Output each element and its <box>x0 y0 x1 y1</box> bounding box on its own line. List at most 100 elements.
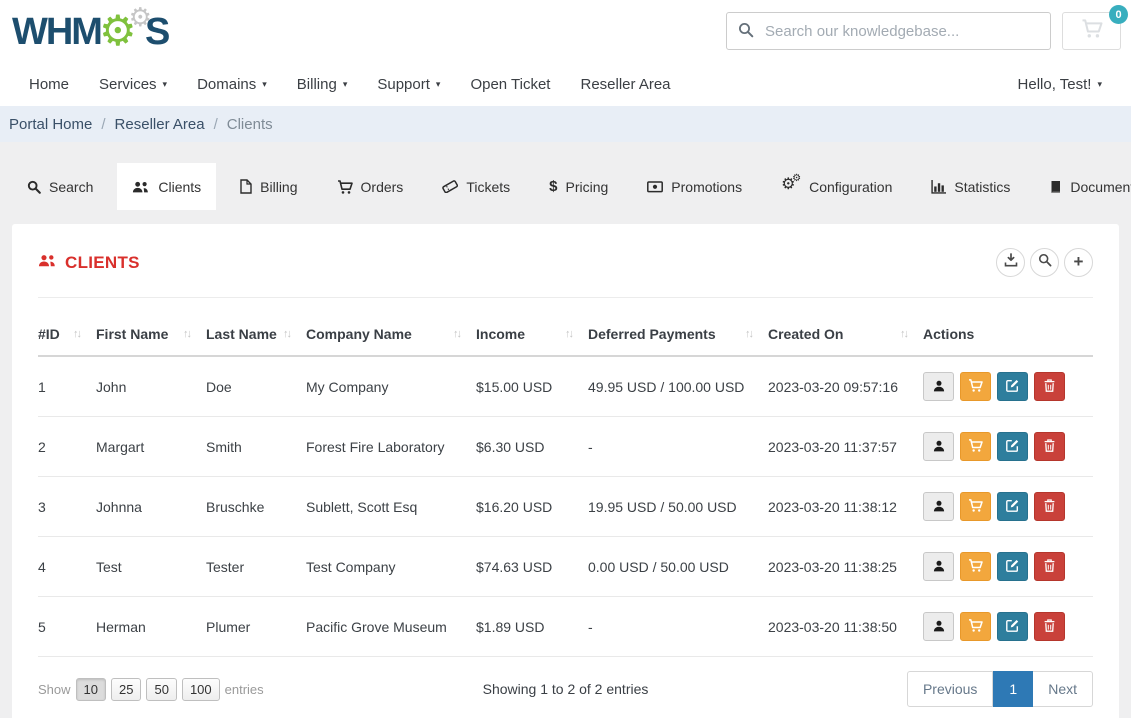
column-header-id[interactable]: #ID ↑↓ <box>38 314 96 356</box>
page-size-100[interactable]: 100 <box>182 678 220 701</box>
client-delete-button[interactable] <box>1034 492 1065 521</box>
client-order-button[interactable] <box>960 552 991 581</box>
cart-button[interactable]: 0 <box>1062 12 1121 50</box>
client-order-button[interactable] <box>960 432 991 461</box>
cell-created-on: 2023-03-20 09:57:16 <box>768 356 923 417</box>
client-order-button[interactable] <box>960 612 991 641</box>
cell-company-name: Test Company <box>306 537 476 597</box>
previous-page-button[interactable]: Previous <box>907 671 993 707</box>
cell-income: $16.20 USD <box>476 477 588 537</box>
tab-search[interactable]: Search <box>12 163 108 210</box>
client-profile-button[interactable] <box>923 432 954 461</box>
edit-icon <box>1006 499 1019 515</box>
cell-deferred-payments: 49.95 USD / 100.00 USD <box>588 356 768 417</box>
sort-icon[interactable]: ↑↓ <box>283 328 290 340</box>
client-order-button[interactable] <box>960 372 991 401</box>
page-size-50[interactable]: 50 <box>146 678 176 701</box>
search-input[interactable] <box>726 12 1051 50</box>
bar-chart-icon <box>931 180 946 194</box>
cart-icon <box>968 499 983 515</box>
sort-icon[interactable]: ↑↓ <box>745 328 752 340</box>
clients-table-body: 1 John Doe My Company $15.00 USD 49.95 U… <box>38 356 1093 657</box>
client-delete-button[interactable] <box>1034 372 1065 401</box>
cell-first-name: Herman <box>96 597 206 657</box>
client-profile-button[interactable] <box>923 372 954 401</box>
client-delete-button[interactable] <box>1034 612 1065 641</box>
cell-last-name: Doe <box>206 356 306 417</box>
client-profile-button[interactable] <box>923 612 954 641</box>
page-size-selector: Show 10 25 50 100 entries <box>38 678 390 701</box>
table-row: 1 John Doe My Company $15.00 USD 49.95 U… <box>38 356 1093 417</box>
users-icon <box>38 253 57 273</box>
tab-billing[interactable]: Billing <box>225 163 312 210</box>
nav-item-open-ticket[interactable]: Open Ticket <box>455 62 565 106</box>
column-header-last-name[interactable]: Last Name ↑↓ <box>206 314 306 356</box>
tab-promotions[interactable]: Promotions <box>632 163 757 210</box>
export-download-button[interactable] <box>996 248 1025 277</box>
cell-company-name: My Company <box>306 356 476 417</box>
client-delete-button[interactable] <box>1034 552 1065 581</box>
chevron-down-icon: ▾ <box>343 79 348 90</box>
add-client-button[interactable]: + <box>1064 248 1093 277</box>
tab-configuration[interactable]: ⚙⚙ Configuration <box>766 163 907 210</box>
column-header-income[interactable]: Income ↑↓ <box>476 314 588 356</box>
client-delete-button[interactable] <box>1034 432 1065 461</box>
client-edit-button[interactable] <box>997 492 1028 521</box>
logo-text-whm: WHM <box>12 10 101 54</box>
nav-item-reseller-area[interactable]: Reseller Area <box>565 62 685 106</box>
cell-id: 4 <box>38 537 96 597</box>
page-size-25[interactable]: 25 <box>111 678 141 701</box>
client-order-button[interactable] <box>960 492 991 521</box>
cell-first-name: John <box>96 356 206 417</box>
client-edit-button[interactable] <box>997 552 1028 581</box>
gears-icon: ⚙⚙ <box>781 179 801 195</box>
page-size-10[interactable]: 10 <box>76 678 106 701</box>
user-icon <box>933 499 945 515</box>
nav-item-billing[interactable]: Billing ▾ <box>282 62 363 106</box>
cell-id: 1 <box>38 356 96 417</box>
next-page-button[interactable]: Next <box>1033 671 1093 707</box>
sort-icon[interactable]: ↑↓ <box>565 328 572 340</box>
sort-icon[interactable]: ↑↓ <box>900 328 907 340</box>
nav-item-home[interactable]: Home <box>14 62 84 106</box>
clients-panel: CLIENTS + #ID ↑↓ First Na <box>12 224 1119 718</box>
chevron-down-icon: ▾ <box>436 79 441 90</box>
logo-gear-icon: ⚙ ⚙ <box>101 8 145 54</box>
tab-tickets[interactable]: Tickets <box>427 163 525 210</box>
cell-deferred-payments: - <box>588 597 768 657</box>
tab-documentation[interactable]: Documentation <box>1034 163 1131 210</box>
cart-icon <box>968 439 983 455</box>
client-profile-button[interactable] <box>923 492 954 521</box>
tab-orders[interactable]: Orders <box>322 163 419 210</box>
sort-icon[interactable]: ↑↓ <box>183 328 190 340</box>
nav-item-services[interactable]: Services ▾ <box>84 62 182 106</box>
sort-icon[interactable]: ↑↓ <box>453 328 460 340</box>
client-edit-button[interactable] <box>997 612 1028 641</box>
column-header-first-name[interactable]: First Name ↑↓ <box>96 314 206 356</box>
cell-last-name: Tester <box>206 537 306 597</box>
breadcrumb-reseller-area[interactable]: Reseller Area <box>115 116 205 133</box>
user-icon <box>933 439 945 455</box>
tab-statistics[interactable]: Statistics <box>916 163 1025 210</box>
breadcrumb-portal-home[interactable]: Portal Home <box>9 116 92 133</box>
sort-icon[interactable]: ↑↓ <box>73 328 80 340</box>
clients-table: #ID ↑↓ First Name ↑↓ Last Name ↑↓ Compan… <box>38 314 1093 657</box>
plus-icon: + <box>1074 253 1084 270</box>
nav-item-support[interactable]: Support ▾ <box>362 62 455 106</box>
client-edit-button[interactable] <box>997 372 1028 401</box>
tab-clients[interactable]: Clients <box>117 163 216 210</box>
page-1-button[interactable]: 1 <box>993 671 1033 707</box>
tab-pricing[interactable]: $ Pricing <box>534 163 623 210</box>
column-header-company-name[interactable]: Company Name ↑↓ <box>306 314 476 356</box>
column-header-created-on[interactable]: Created On ↑↓ <box>768 314 923 356</box>
user-icon <box>933 619 945 635</box>
breadcrumb: Portal Home / Reseller Area / Clients <box>0 106 1131 142</box>
nav-item-domains[interactable]: Domains ▾ <box>182 62 282 106</box>
client-profile-button[interactable] <box>923 552 954 581</box>
filter-search-button[interactable] <box>1030 248 1059 277</box>
user-menu[interactable]: Hello, Test! ▾ <box>1003 62 1117 106</box>
column-header-deferred-payments[interactable]: Deferred Payments ↑↓ <box>588 314 768 356</box>
search-icon <box>1038 253 1052 272</box>
client-edit-button[interactable] <box>997 432 1028 461</box>
whmcs-logo[interactable]: WHM ⚙ ⚙ S <box>12 8 168 54</box>
